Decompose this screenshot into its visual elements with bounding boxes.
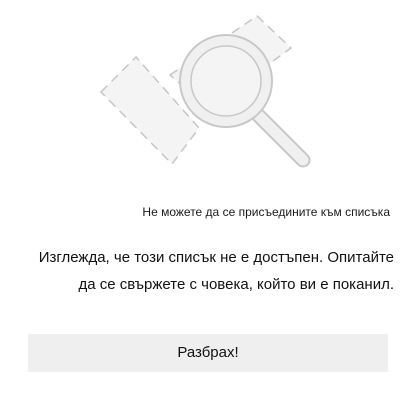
dialog-message: Изглежда, че този списък не е достъпен. …: [0, 244, 394, 298]
magnifier-icon: [99, 15, 311, 168]
message-line-2: да се свържете с човека, който ви е пока…: [78, 276, 394, 293]
got-it-button[interactable]: Разбрах!: [28, 334, 388, 372]
dialog-subtitle: Не можете да се присъедините към списъка: [142, 205, 390, 219]
magnifier-lens: [179, 34, 273, 128]
message-line-1: Изглежда, че този списък не е достъпен. …: [38, 249, 394, 266]
magnifier-handle: [248, 105, 311, 168]
missing-list-illustration: [0, 0, 416, 190]
